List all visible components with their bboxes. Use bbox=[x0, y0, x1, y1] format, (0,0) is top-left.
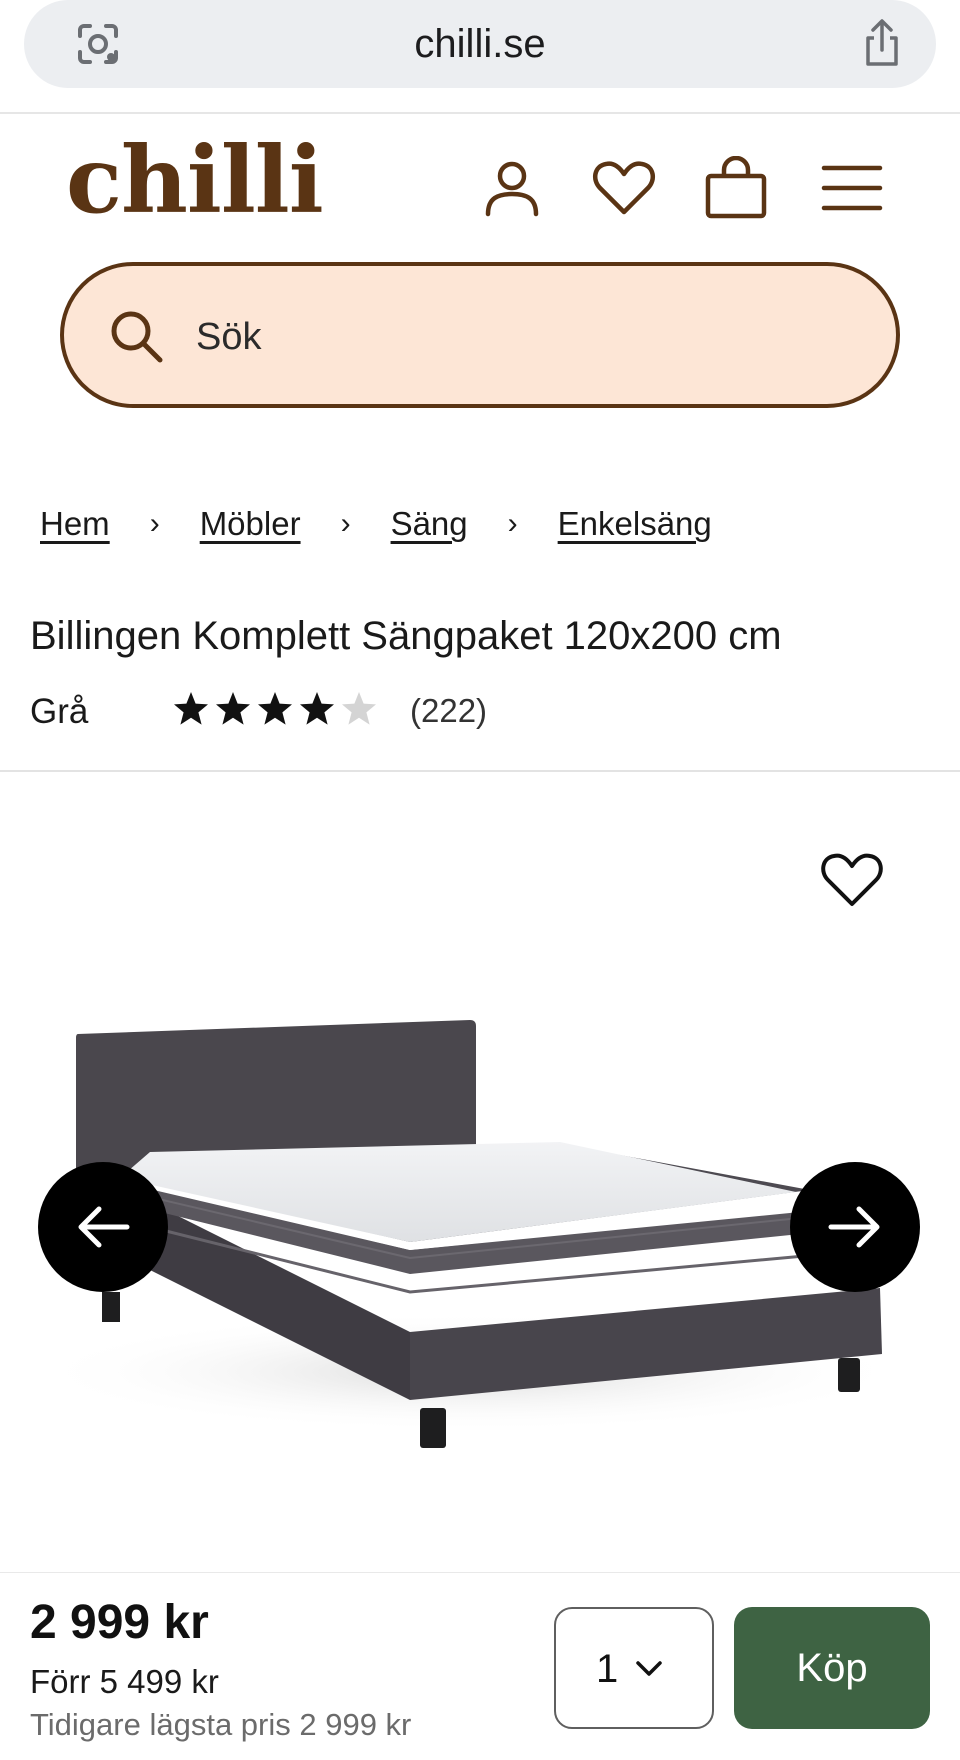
arrow-left-icon bbox=[78, 1206, 130, 1248]
search-placeholder: Sök bbox=[196, 316, 262, 358]
product-gallery[interactable] bbox=[0, 772, 960, 1572]
search-icon bbox=[111, 311, 163, 363]
user-icon[interactable] bbox=[480, 156, 544, 220]
search-input[interactable]: Sök bbox=[60, 262, 900, 408]
gallery-prev-button[interactable] bbox=[38, 1162, 168, 1292]
purchase-bar: 2 999 kr Förr 5 499 kr Tidigare lägsta p… bbox=[0, 1572, 960, 1760]
share-icon[interactable] bbox=[858, 18, 906, 70]
breadcrumb-separator: › bbox=[340, 507, 351, 540]
breadcrumb-separator: › bbox=[507, 507, 518, 540]
breadcrumb-hem[interactable]: Hem bbox=[40, 505, 110, 543]
price: 2 999 kr bbox=[30, 1596, 209, 1649]
star-filled-icon bbox=[258, 692, 292, 725]
product-image bbox=[30, 1020, 910, 1448]
heart-icon[interactable] bbox=[592, 156, 656, 220]
product-color: Grå bbox=[30, 692, 89, 731]
breadcrumb-separator: › bbox=[149, 507, 160, 540]
quantity-value: 1 bbox=[596, 1647, 619, 1691]
browser-bar: chilli.se bbox=[0, 0, 960, 114]
star-filled-icon bbox=[300, 692, 334, 725]
chilli-logo[interactable]: chilli bbox=[66, 134, 324, 226]
arrow-right-icon bbox=[828, 1206, 880, 1248]
chevron-down-icon bbox=[636, 1661, 662, 1676]
menu-icon[interactable] bbox=[820, 156, 884, 220]
gallery-next-button[interactable] bbox=[790, 1162, 920, 1292]
review-count[interactable]: (222) bbox=[410, 692, 487, 730]
previous-price: Förr 5 499 kr bbox=[30, 1663, 219, 1700]
heart-icon[interactable] bbox=[820, 848, 884, 912]
star-empty-icon bbox=[342, 692, 376, 725]
star-filled-icon bbox=[174, 692, 208, 725]
url-text[interactable]: chilli.se bbox=[24, 22, 936, 67]
breadcrumb-sang[interactable]: Säng bbox=[391, 505, 468, 543]
product-title: Billingen Komplett Sängpaket 120x200 cm bbox=[30, 614, 782, 658]
bag-icon[interactable] bbox=[704, 156, 768, 220]
address-bar[interactable]: chilli.se bbox=[24, 0, 936, 88]
star-filled-icon bbox=[216, 692, 250, 725]
rating-stars[interactable] bbox=[172, 690, 378, 728]
buy-button[interactable]: Köp bbox=[734, 1607, 930, 1729]
breadcrumb-enkelsang[interactable]: Enkelsäng bbox=[558, 505, 712, 543]
lowest-price: Tidigare lägsta pris 2 999 kr bbox=[30, 1707, 412, 1742]
quantity-select[interactable]: 1 bbox=[554, 1607, 714, 1729]
breadcrumb-mobler[interactable]: Möbler bbox=[200, 505, 301, 543]
breadcrumb: Hem › Möbler › Säng › Enkelsäng bbox=[40, 502, 712, 546]
